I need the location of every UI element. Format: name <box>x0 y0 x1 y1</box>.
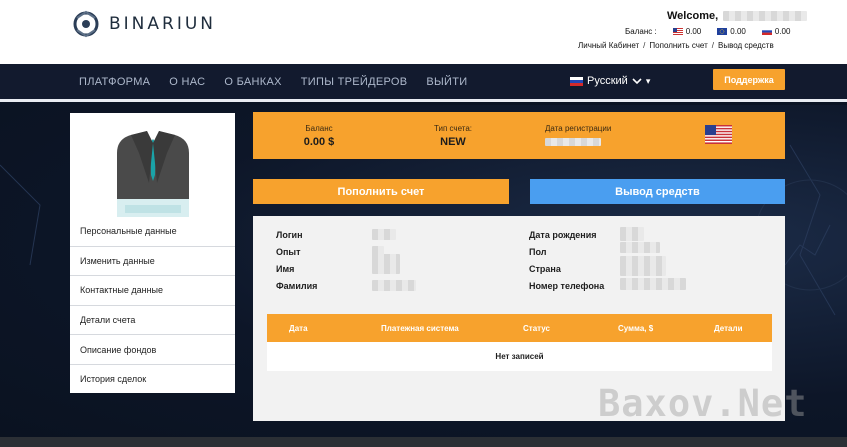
support-button[interactable]: Поддержка <box>713 69 785 90</box>
balance-usd: 0.00 <box>672 27 702 36</box>
site-header: BINARIUN Welcome, Баланс : 0.00 0.00 0.0… <box>0 0 847 64</box>
field-birth-date-label: Дата рождения <box>529 230 597 240</box>
main-nav: ПЛАТФОРМА О НАС О БАНКАХ ТИПЫ ТРЕЙДЕРОВ … <box>0 64 847 102</box>
withdraw-button[interactable]: Вывод средств <box>530 179 785 204</box>
logo-icon <box>73 10 99 38</box>
logo[interactable]: BINARIUN <box>71 9 216 39</box>
language-selector[interactable]: Русский ▾ <box>570 75 650 87</box>
birth-date-value-redacted <box>620 227 644 241</box>
phone-value-redacted <box>620 278 686 290</box>
column-details: Детали <box>714 323 743 333</box>
field-last-name-label: Фамилия <box>276 281 318 291</box>
column-date: Дата <box>289 323 308 333</box>
balance-rub-value: 0.00 <box>774 27 791 36</box>
sidebar-item-funds-description[interactable]: Описание фондов <box>70 334 235 364</box>
balance-summary: Баланс : 0.00 0.00 0.00 <box>625 27 790 36</box>
sidebar-item-trade-history[interactable]: История сделок <box>70 363 235 394</box>
nav-item-platform[interactable]: ПЛАТФОРМА <box>79 76 150 88</box>
info-registration-date: Дата регистрации <box>545 124 625 151</box>
balance-usd-value: 0.00 <box>685 27 702 36</box>
first-name-value-redacted <box>372 254 400 274</box>
nav-item-logout[interactable]: ВЫЙТИ <box>426 76 467 88</box>
balance-eur-value: 0.00 <box>730 27 746 36</box>
transactions-empty-row: Нет записей <box>267 342 772 371</box>
welcome-text: Welcome, <box>667 10 808 22</box>
info-balance: Баланс 0.00 $ <box>298 124 340 148</box>
chevron-down-icon <box>632 77 642 84</box>
welcome-label: Welcome, <box>667 10 719 22</box>
usd-flag-icon <box>672 28 683 35</box>
russian-flag-icon <box>570 76 583 86</box>
caret-down-icon: ▾ <box>645 75 651 86</box>
info-account-type-value: NEW <box>440 136 466 148</box>
sidebar-item-contact-data[interactable]: Контактные данные <box>70 275 235 305</box>
transactions-empty-text: Нет записей <box>495 352 544 361</box>
sidebar-item-personal-data[interactable]: Персональные данные <box>70 216 235 246</box>
profile-sidebar: Персональные данные Изменить данные Конт… <box>70 113 235 393</box>
sidebar-item-account-details[interactable]: Детали счета <box>70 304 235 335</box>
field-gender-label: Пол <box>529 247 547 257</box>
field-experience-label: Опыт <box>276 247 301 257</box>
field-first-name-label: Имя <box>276 264 295 274</box>
registration-date-redacted <box>545 138 601 146</box>
field-login-label: Логин <box>276 230 303 240</box>
transactions-header: Дата Платежная система Статус Сумма, $ Д… <box>267 314 772 342</box>
account-info-bar: Баланс 0.00 $ Тип счета: NEW Дата регист… <box>253 112 785 159</box>
field-phone-label: Номер телефона <box>529 281 605 291</box>
info-account-type: Тип счета: NEW <box>423 124 483 148</box>
sidebar-item-edit-data[interactable]: Изменить данные <box>70 245 235 276</box>
last-name-value-redacted <box>372 280 416 291</box>
nav-item-trader-types[interactable]: ТИПЫ ТРЕЙДЕРОВ <box>301 76 408 88</box>
rub-flag-icon <box>761 28 772 35</box>
avatar-suit-icon <box>117 129 189 217</box>
info-account-type-label: Тип счета: <box>433 124 473 133</box>
gender-value-redacted <box>620 242 660 253</box>
balance-label: Баланс : <box>625 27 657 36</box>
column-amount: Сумма, $ <box>618 323 654 333</box>
nav-item-about[interactable]: О НАС <box>169 76 205 88</box>
info-balance-value: 0.00 $ <box>303 136 335 148</box>
sidebar-menu: Персональные данные Изменить данные Конт… <box>70 216 235 394</box>
link-deposit[interactable]: Пополнить счет <box>649 41 707 50</box>
info-registration-date-label: Дата регистрации <box>545 124 612 133</box>
link-separator: / <box>643 41 646 50</box>
eur-flag-icon <box>717 28 728 35</box>
info-balance-label: Баланс <box>305 124 333 133</box>
transactions-table: Дата Платежная система Статус Сумма, $ Д… <box>267 314 772 371</box>
account-links: Личный Кабинет / Пополнить счет / Вывод сред… <box>578 41 774 50</box>
nav-item-banks[interactable]: О БАНКАХ <box>224 76 281 88</box>
link-cabinet[interactable]: Личный Кабинет <box>578 41 639 50</box>
balance-rub: 0.00 <box>761 27 791 36</box>
deposit-button[interactable]: Пополнить счет <box>253 179 509 204</box>
us-flag-icon <box>705 125 732 144</box>
balance-eur: 0.00 <box>717 27 746 36</box>
watermark-text: Baxov.Net <box>598 382 808 425</box>
link-withdraw[interactable]: Вывод средств <box>718 41 774 50</box>
link-separator: / <box>711 41 714 50</box>
column-status: Статус <box>523 323 550 333</box>
footer-strip <box>0 437 847 447</box>
country-value-redacted <box>620 256 666 276</box>
nav-items: ПЛАТФОРМА О НАС О БАНКАХ ТИПЫ ТРЕЙДЕРОВ … <box>79 76 467 88</box>
language-label: Русский <box>587 75 628 87</box>
field-country-label: Страна <box>529 264 561 274</box>
username-redacted <box>723 11 808 22</box>
logo-text: BINARIUN <box>109 14 217 34</box>
login-value-redacted <box>372 229 396 240</box>
column-payment-system: Платежная система <box>381 323 459 333</box>
